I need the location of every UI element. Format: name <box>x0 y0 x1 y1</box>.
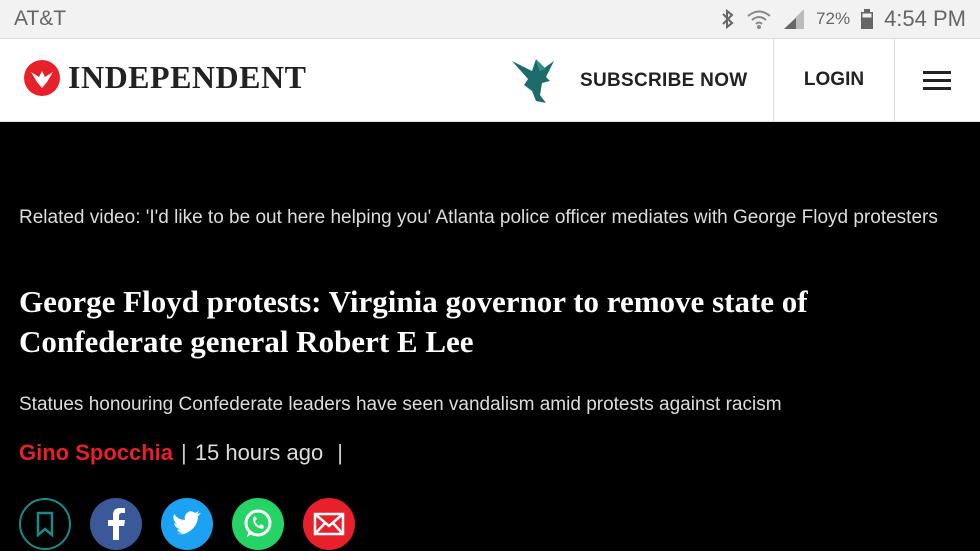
status-icons: 72% 4:54 PM <box>720 6 966 32</box>
facebook-share-button[interactable] <box>90 498 142 550</box>
site-logo[interactable]: INDEPENDENT <box>24 59 306 96</box>
whatsapp-icon <box>244 509 272 537</box>
eagle-icon <box>512 59 554 103</box>
email-share-button[interactable] <box>303 498 355 550</box>
login-label: LOGIN <box>803 69 865 90</box>
author-link[interactable]: Gino Spocchia <box>19 440 173 466</box>
hamburger-icon <box>923 66 951 95</box>
status-bar: AT&T 72% 4:54 PM <box>0 0 980 38</box>
bluetooth-icon <box>722 8 734 30</box>
email-icon <box>313 512 345 536</box>
twitter-icon <box>173 511 201 535</box>
facebook-icon <box>108 508 125 540</box>
whatsapp-share-button[interactable] <box>232 498 284 550</box>
subscribe-label: SUBSCRIBE NOW <box>580 70 748 91</box>
subscribe-button[interactable]: SUBSCRIBE NOW <box>510 53 748 109</box>
wifi-icon <box>747 10 771 29</box>
carrier-label: AT&T <box>14 7 67 30</box>
bookmark-icon <box>36 511 54 537</box>
article-area: Related video: 'I'd like to be out here … <box>0 122 980 551</box>
signal-icon <box>784 9 805 29</box>
logo-text: INDEPENDENT <box>68 59 307 95</box>
battery-percent: 72% <box>816 9 851 28</box>
twitter-share-button[interactable] <box>161 498 213 550</box>
login-button[interactable]: LOGIN <box>773 39 895 121</box>
article-standfirst: Statues honouring Confederate leaders ha… <box>19 394 782 415</box>
clock: 4:54 PM <box>884 6 966 31</box>
battery-icon <box>861 9 874 29</box>
bookmark-button[interactable] <box>19 498 71 550</box>
share-bar <box>19 498 355 550</box>
byline: Gino Spocchia | 15 hours ago | <box>19 440 351 466</box>
byline-trailing-separator: | <box>337 440 343 465</box>
related-video-caption[interactable]: Related video: 'I'd like to be out here … <box>19 204 939 232</box>
eagle-logo-icon <box>24 59 60 96</box>
article-headline: George Floyd protests: Virginia governor… <box>19 284 808 359</box>
byline-separator: | <box>181 440 187 465</box>
publish-time: 15 hours ago <box>194 440 324 465</box>
menu-button[interactable] <box>894 39 980 121</box>
site-header: INDEPENDENT SUBSCRIBE NOW LOGIN <box>0 38 980 122</box>
